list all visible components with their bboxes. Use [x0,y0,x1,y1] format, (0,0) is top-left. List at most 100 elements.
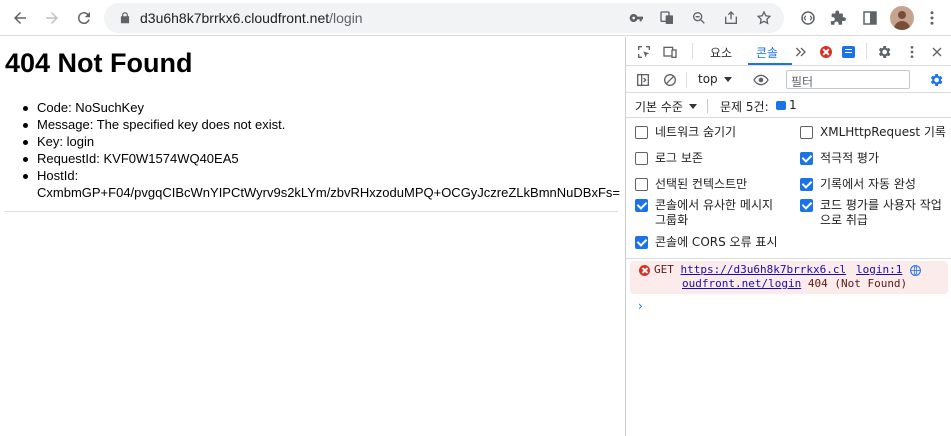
console-settings-pane: 네트워크 숨기기 XMLHttpRequest 기록 로그 보존 적극적 평가 … [626,119,951,259]
request-method: GET [654,263,674,276]
option-preserve-log[interactable]: 로그 보존 [635,151,703,166]
list-item-request-id: RequestId: KVF0W1574WQ40EA5 [23,150,622,167]
bookmark-star-icon[interactable] [754,8,774,28]
side-panel-icon[interactable] [858,6,882,30]
list-item-code: Code: NoSuchKey [23,99,622,116]
lock-icon[interactable] [118,11,132,25]
option-label: 적극적 평가 [820,151,880,165]
checkbox-selected-context[interactable] [635,178,648,191]
list-item-key: Key: login [23,133,622,150]
console-prompt-caret-icon[interactable]: › [638,299,643,313]
console-error-message[interactable]: GET https://d3u6h8k7brrkx6.cl login:1 ou… [630,261,948,294]
extension-circle-icon[interactable] [796,6,820,30]
context-selector[interactable]: top [698,72,718,86]
close-devtools-icon[interactable] [927,42,947,62]
message-count-icon[interactable] [842,46,855,58]
checkbox-group-similar[interactable] [635,199,648,212]
share-icon[interactable] [721,8,741,28]
option-user-activation[interactable]: 코드 평가를 사용자 작업 으로 취급 [800,198,942,228]
network-globe-icon[interactable] [909,264,922,277]
option-label: 네트워크 숨기기 [655,125,737,139]
list-item-message: Message: The specified key does not exis… [23,116,622,133]
clear-console-icon[interactable] [660,70,680,90]
log-levels-dropdown[interactable]: 기본 수준 [635,98,683,115]
checkbox-autocomplete[interactable] [800,178,813,191]
tab-divider-2 [866,43,867,59]
checkbox-xhr-logging[interactable] [800,126,813,139]
inspect-element-icon[interactable] [634,42,654,62]
toolbar-divider [686,72,687,88]
filter-input[interactable] [787,73,909,91]
console-filter[interactable] [786,70,910,91]
error-details-list: Code: NoSuchKey Message: The specified k… [23,99,622,201]
host-id-label: HostId: [37,168,79,183]
option-eager-eval[interactable]: 적극적 평가 [800,151,879,166]
horizontal-rule [4,211,618,212]
address-bar[interactable]: d3u6h8k7brrkx6.cloudfront.net/login [104,3,784,33]
devtools-menu-kebab-icon[interactable] [902,42,922,62]
tab-elements[interactable]: 요소 [710,44,732,61]
option-cors-errors[interactable]: 콘솔에 CORS 오류 표시 [635,235,778,250]
console-toolbar: top [626,67,951,93]
settings-gear-icon[interactable] [874,42,894,62]
issue-message-icon[interactable] [776,101,786,110]
response-status: 404 (Not Found) [807,277,908,290]
checkbox-eager-eval[interactable] [800,152,813,165]
issues-label[interactable]: 문제 5건: [720,98,769,115]
option-group-similar[interactable]: 콘솔에서 유사한 메시지 그룹화 [635,198,773,228]
message-line-2: oudfront.net/login 404 (Not Found) [682,277,907,291]
error-count-icon[interactable] [820,46,832,58]
option-label: 코드 평가를 사용자 작업 으로 취급 [820,198,942,227]
forward-arrow-icon[interactable] [40,6,64,30]
checkbox-cors-errors[interactable] [635,236,648,249]
tab-console[interactable]: 콘솔 [756,44,778,61]
checkbox-user-activation[interactable] [800,199,813,212]
devtools-panel: 요소 콘솔 top 필터 기본 수준 문제 5건: 1 네트워크 숨기기 XML… [625,37,951,436]
page-content: 404 Not Found Code: NoSuchKey Message: T… [0,37,625,436]
context-chevron-down-icon[interactable] [724,77,732,82]
reload-icon[interactable] [72,6,96,30]
option-autocomplete[interactable]: 기록에서 자동 완성 [800,177,916,192]
host-id-value: CxmbmGP+F04/pvgqCIBcWnYIPCtWyrv9s2kLYm/z… [37,185,620,200]
browser-toolbar: d3u6h8k7brrkx6.cloudfront.net/login [0,0,951,36]
option-label: 선택된 컨텍스트만 [655,177,748,191]
live-expression-eye-icon[interactable] [751,70,771,90]
back-arrow-icon[interactable] [8,6,32,30]
show-sidebar-icon[interactable] [633,70,653,90]
console-levels-bar: 기본 수준 문제 5건: 1 [626,94,951,118]
console-settings-gear-icon[interactable] [926,70,946,90]
checkbox-hide-network[interactable] [635,126,648,139]
url-host: d3u6h8k7brrkx6.cloudfront.net [140,10,330,26]
option-label: 콘솔에 CORS 오류 표시 [655,235,778,249]
levels-chevron-down-icon[interactable] [689,104,697,109]
url-text: d3u6h8k7brrkx6.cloudfront.net/login [140,10,363,26]
option-xhr-logging[interactable]: XMLHttpRequest 기록 [800,125,946,140]
option-label: 로그 보존 [655,151,703,165]
more-tabs-chevron-icon[interactable] [791,42,811,62]
zoom-icon[interactable] [689,8,709,28]
request-url-link-cont[interactable]: oudfront.net/login [682,277,801,290]
url-path: /login [329,10,363,26]
error-icon [639,265,650,276]
request-url-link[interactable]: https://d3u6h8k7brrkx6.cl [681,263,847,276]
devtools-tab-bar: 요소 콘솔 [626,37,951,66]
message-line-1: GET https://d3u6h8k7brrkx6.cl [654,263,846,277]
tab-divider [692,43,693,59]
checkbox-preserve-log[interactable] [635,152,648,165]
issues-count[interactable]: 1 [789,98,797,112]
option-hide-network[interactable]: 네트워크 숨기기 [635,125,736,140]
menu-kebab-icon[interactable] [920,6,944,30]
option-selected-context[interactable]: 선택된 컨텍스트만 [635,177,747,192]
device-toolbar-icon[interactable] [660,42,680,62]
option-label: 기록에서 자동 완성 [820,177,916,191]
extensions-puzzle-icon[interactable] [826,6,850,30]
list-item-host-id: HostId: CxmbmGP+F04/pvgqCIBcWnYIPCtWyrv9s… [23,167,622,201]
levels-divider [707,99,708,113]
option-label: XMLHttpRequest 기록 [820,125,946,139]
source-location-link[interactable]: login:1 [856,263,902,277]
active-tab-indicator [748,63,792,65]
translate-icon[interactable] [657,8,677,28]
key-icon[interactable] [627,8,647,28]
profile-avatar[interactable] [890,6,914,30]
option-label: 콘솔에서 유사한 메시지 그룹화 [655,198,774,227]
